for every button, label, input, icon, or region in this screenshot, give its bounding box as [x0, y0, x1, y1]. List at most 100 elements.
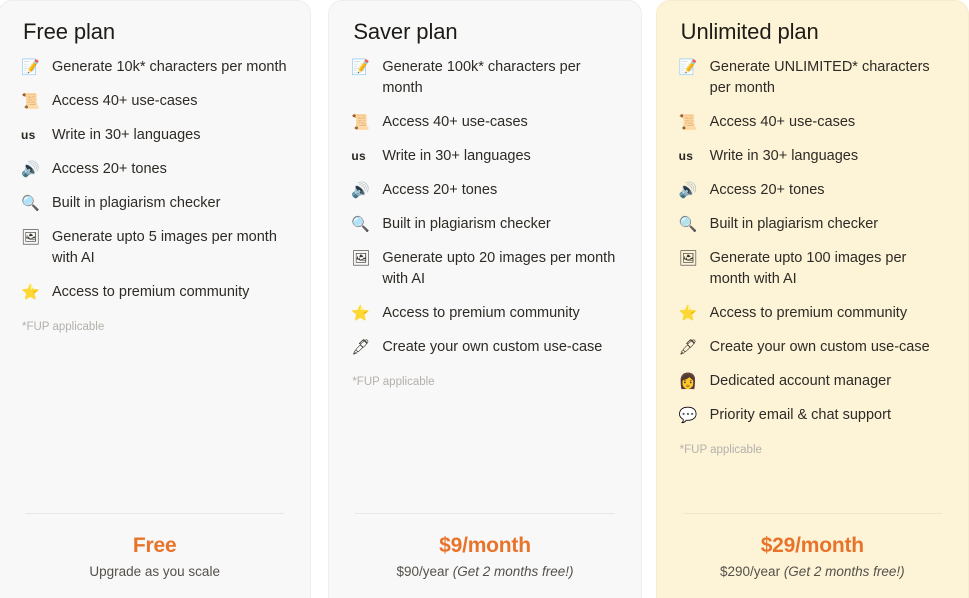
feature-item: 👩 Dedicated account manager — [679, 371, 946, 392]
card-spacer — [21, 335, 288, 513]
memo-icon: 📝 — [678, 59, 698, 77]
feature-label: Access 40+ use-cases — [52, 93, 198, 110]
feature-list: 📝 Generate UNLIMITED* characters per mont… — [679, 57, 946, 439]
pen-icon: 🖋 — [351, 339, 371, 357]
feature-label: Built in plagiarism checker — [52, 195, 221, 212]
price-secondary: Upgrade as you scale — [21, 562, 288, 582]
feature-label: Access to premium community — [709, 305, 908, 322]
feature-list: 📝 Generate 100k* characters per month 📜 Acc… — [351, 57, 618, 371]
account-manager-icon: 👩 — [678, 373, 698, 391]
feature-item: ⭐ Access to premium community — [679, 303, 946, 324]
price-block: $29/month $290/year (Get 2 months free!) — [679, 514, 946, 598]
feature-label: Write in 30+ languages — [709, 148, 859, 165]
magnifier-icon: 🔍 — [351, 216, 371, 234]
feature-label: Generate upto 20 images per month with A… — [382, 250, 616, 288]
pricing-card[interactable]: Free plan 📝 Generate 10k* characters per m… — [0, 0, 312, 598]
price-amount: $9/month — [439, 534, 531, 557]
feature-label: Access to premium community — [52, 284, 250, 301]
feature-label: Access 20+ tones — [709, 182, 825, 199]
scroll-icon: 📜 — [21, 93, 40, 111]
picture-icon: 🖼 — [21, 229, 41, 247]
feature-label: Generate 100k* characters per month — [382, 59, 581, 97]
feature-item: 🖼 Generate upto 20 images per month with … — [351, 248, 618, 290]
speaker-icon: 🔊 — [678, 182, 698, 200]
picture-icon: 🖼 — [678, 250, 698, 268]
fup-note: *FUP applicable — [22, 321, 105, 334]
magnifier-icon: 🔍 — [678, 216, 698, 234]
plan-title: Saver plan — [353, 19, 458, 44]
feature-item: 🔍 Built in plagiarism checker — [679, 214, 946, 235]
feature-item: 🔊 Access 20+ tones — [351, 180, 618, 201]
picture-icon: 🖼 — [351, 250, 371, 268]
price-secondary: $90/year (Get 2 months free!) — [351, 562, 618, 582]
feature-label: Generate upto 5 images per month with AI — [52, 229, 277, 267]
feature-item: 🖋 Create your own custom use-case — [351, 337, 618, 358]
feature-label: Write in 30+ languages — [382, 148, 531, 165]
scroll-icon: 📜 — [351, 114, 371, 132]
card-spacer — [351, 390, 618, 513]
feature-item: us Write in 30+ languages — [21, 125, 288, 146]
feature-item: us Write in 30+ languages — [351, 146, 618, 167]
feature-label: Built in plagiarism checker — [709, 216, 879, 233]
plan-title: Unlimited plan — [680, 19, 819, 44]
fup-note: *FUP applicable — [679, 444, 762, 457]
feature-item: 🔊 Access 20+ tones — [21, 159, 288, 180]
feature-item: 📝 Generate UNLIMITED* characters per mont… — [679, 57, 946, 99]
feature-item: 🖼 Generate upto 100 images per month with… — [679, 248, 946, 290]
feature-item: 📜 Access 40+ use-cases — [21, 91, 288, 112]
feature-item: 📜 Access 40+ use-cases — [679, 112, 946, 133]
feature-label: Create your own custom use-case — [382, 339, 603, 356]
speaker-icon: 🔊 — [21, 161, 40, 179]
pricing-card[interactable]: Unlimited plan 📝 Generate UNLIMITED* chara… — [655, 0, 969, 598]
us-flag-icon: us — [351, 149, 366, 164]
feature-item: 🔍 Built in plagiarism checker — [351, 214, 618, 235]
pen-icon: 🖋 — [678, 339, 698, 357]
feature-label: Access 40+ use-cases — [709, 114, 856, 131]
us-flag-icon: us — [21, 128, 36, 143]
feature-label: Generate 10k* characters per month — [52, 59, 287, 76]
price-block: $9/month $90/year (Get 2 months free!) — [351, 514, 618, 598]
feature-item: 📝 Generate 100k* characters per month — [351, 57, 618, 99]
feature-item: 🔊 Access 20+ tones — [679, 180, 946, 201]
feature-item: 🖼 Generate upto 5 images per month with A… — [21, 227, 288, 269]
feature-label: Access 20+ tones — [52, 161, 167, 178]
price-secondary: $290/year (Get 2 months free!) — [679, 562, 946, 582]
pricing-card[interactable]: Saver plan 📝 Generate 100k* characters per… — [328, 0, 642, 598]
price-bonus-note: (Get 2 months free!) — [783, 564, 905, 579]
price-yearly: $290/year — [720, 564, 784, 579]
us-flag-icon: us — [678, 149, 694, 164]
feature-label: Write in 30+ languages — [52, 127, 201, 144]
feature-label: Generate upto 100 images per month with … — [709, 250, 907, 288]
star-icon: ⭐ — [351, 305, 371, 323]
plan-title: Free plan — [23, 19, 116, 44]
price-block: Free Upgrade as you scale — [21, 514, 288, 598]
feature-item: 💬 Priority email & chat support — [679, 405, 946, 426]
feature-item: 📜 Access 40+ use-cases — [351, 112, 618, 133]
star-icon: ⭐ — [21, 284, 40, 302]
feature-label: Generate UNLIMITED* characters per month — [709, 59, 930, 97]
feature-item: 🔍 Built in plagiarism checker — [21, 193, 288, 214]
star-icon: ⭐ — [678, 305, 698, 323]
price-yearly: Upgrade as you scale — [89, 564, 220, 579]
card-spacer — [679, 458, 946, 513]
chat-bubble-icon: 💬 — [678, 407, 698, 425]
feature-item: ⭐ Access to premium community — [351, 303, 618, 324]
feature-label: Access 20+ tones — [382, 182, 498, 199]
feature-label: Create your own custom use-case — [709, 339, 930, 356]
scroll-icon: 📜 — [678, 114, 698, 132]
price-bonus-note: (Get 2 months free!) — [452, 564, 574, 579]
feature-item: us Write in 30+ languages — [679, 146, 946, 167]
fup-note: *FUP applicable — [352, 376, 435, 389]
price-yearly: $90/year — [396, 564, 453, 579]
feature-label: Built in plagiarism checker — [382, 216, 551, 233]
feature-item: 🖋 Create your own custom use-case — [679, 337, 946, 358]
memo-icon: 📝 — [351, 59, 371, 77]
price-amount: $29/month — [760, 534, 864, 557]
magnifier-icon: 🔍 — [21, 195, 40, 213]
speaker-icon: 🔊 — [351, 182, 371, 200]
pricing-plans-page: Free plan 📝 Generate 10k* characters per m… — [0, 0, 969, 598]
feature-label: Access to premium community — [382, 305, 580, 322]
feature-label: Access 40+ use-cases — [382, 114, 528, 131]
feature-item: ⭐ Access to premium community — [21, 282, 288, 303]
feature-item: 📝 Generate 10k* characters per month — [21, 57, 288, 78]
